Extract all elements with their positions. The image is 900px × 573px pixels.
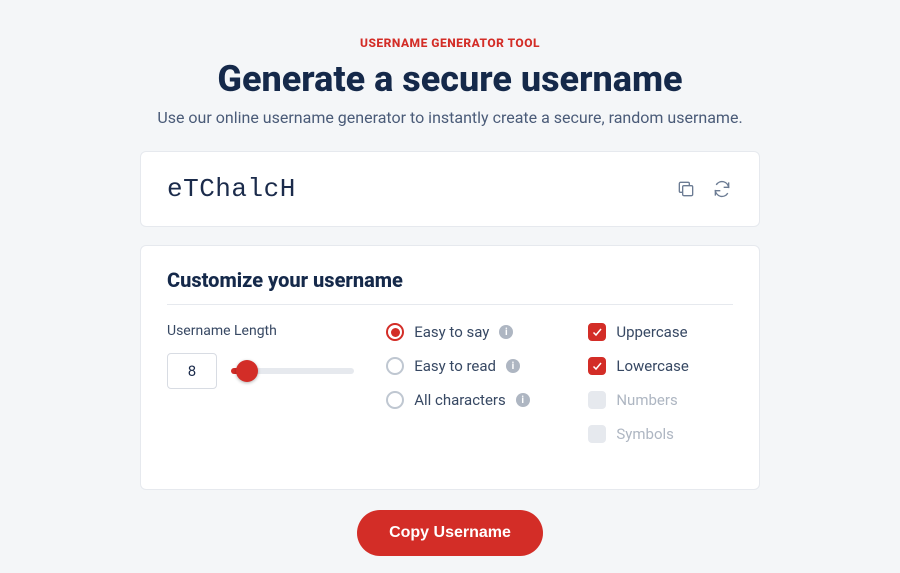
eyebrow-label: USERNAME GENERATOR TOOL (110, 36, 790, 50)
radio-icon (386, 391, 404, 409)
radio-icon (386, 357, 404, 375)
checkbox-label: Symbols (616, 425, 674, 443)
divider (167, 304, 733, 305)
checkbox-icon (588, 357, 606, 375)
copy-icon[interactable] (675, 178, 697, 200)
checkbox-numbers: Numbers (588, 391, 733, 409)
generated-username-value: eTChalcH (167, 174, 296, 204)
checkbox-icon (588, 323, 606, 341)
length-slider[interactable] (231, 360, 354, 382)
checkbox-icon (588, 391, 606, 409)
mode-all-characters[interactable]: All characters i (386, 391, 556, 409)
mode-label: Easy to read (414, 357, 496, 375)
length-input[interactable]: 8 (167, 353, 217, 389)
checkbox-label: Numbers (616, 391, 677, 409)
radio-icon (386, 323, 404, 341)
copy-username-button[interactable]: Copy Username (357, 510, 543, 556)
mode-label: Easy to say (414, 323, 489, 341)
checkbox-label: Lowercase (616, 357, 689, 375)
checkbox-symbols: Symbols (588, 425, 733, 443)
generated-username-card: eTChalcH (140, 151, 760, 227)
refresh-icon[interactable] (711, 178, 733, 200)
page-subtitle: Use our online username generator to ins… (110, 108, 790, 127)
mode-label: All characters (414, 391, 506, 409)
length-label: Username Length (167, 323, 354, 339)
mode-easy-to-read[interactable]: Easy to read i (386, 357, 556, 375)
customize-card: Customize your username Username Length … (140, 245, 760, 490)
customize-title: Customize your username (167, 268, 733, 292)
info-icon[interactable]: i (516, 393, 530, 407)
page-title: Generate a secure username (110, 58, 790, 100)
checkbox-label: Uppercase (616, 323, 687, 341)
info-icon[interactable]: i (506, 359, 520, 373)
mode-easy-to-say[interactable]: Easy to say i (386, 323, 556, 341)
info-icon[interactable]: i (499, 325, 513, 339)
checkbox-uppercase[interactable]: Uppercase (588, 323, 733, 341)
checkbox-icon (588, 425, 606, 443)
checkbox-lowercase[interactable]: Lowercase (588, 357, 733, 375)
